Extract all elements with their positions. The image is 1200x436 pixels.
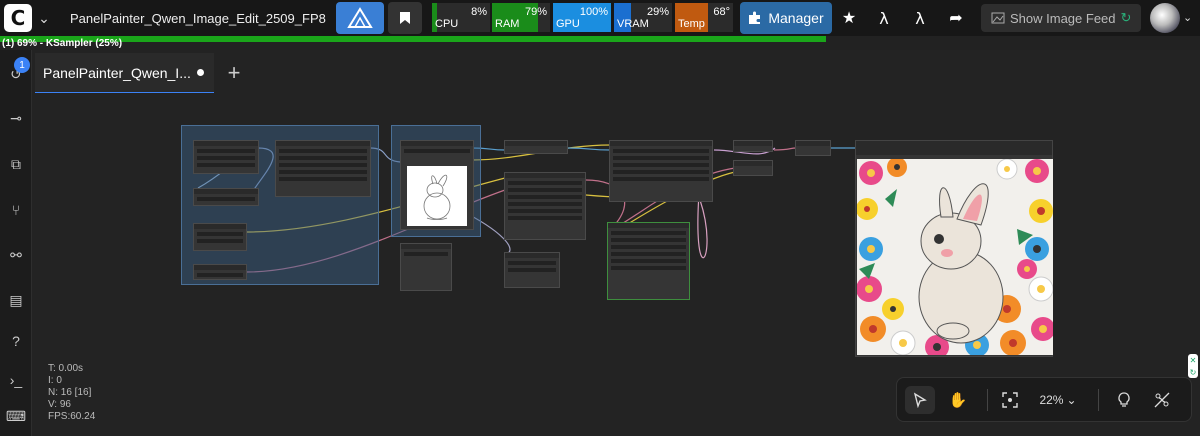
add-tab-button[interactable]: + [218, 55, 250, 91]
temp-monitor: Temp 68° [675, 3, 733, 32]
ram-label: RAM [495, 18, 520, 30]
keyboard-icon[interactable]: ⌨ [6, 406, 26, 426]
cpu-value: 8% [471, 6, 487, 18]
help-icon[interactable]: ? [6, 331, 26, 351]
tab-workflow[interactable]: PanelPainter_Qwen_I... [35, 53, 214, 93]
graph-node[interactable] [504, 140, 568, 154]
graph-node[interactable] [733, 160, 773, 176]
graph-node[interactable] [193, 188, 259, 206]
lightbulb-icon[interactable] [1109, 386, 1139, 414]
tab-label: PanelPainter_Qwen_I... [43, 64, 191, 81]
vram-label: VRAM [617, 18, 649, 30]
bookmark-icon [400, 12, 410, 24]
sidebar: ↺ ⊸ ⧉ ⑂ ⚯ ▤ ? ›_ ⌨ [0, 50, 32, 436]
execution-progress: (1) 69% - KSampler (25%) [0, 36, 1200, 50]
queue-run-button[interactable] [336, 2, 384, 34]
temp-label: Temp [678, 18, 705, 30]
sketch-thumbnail [407, 166, 467, 226]
side-panel-toggle[interactable]: ✕ ↻ [1188, 354, 1198, 378]
stat-vertices: V: 96 [48, 399, 71, 410]
generated-image [857, 159, 1053, 355]
zoom-dropdown[interactable]: 22% ⌄ [1033, 386, 1083, 414]
cpu-label: CPU [435, 18, 459, 30]
chevron-down-icon[interactable]: ⌄ [1183, 11, 1192, 24]
terminal-icon[interactable]: ›_ [6, 370, 26, 390]
canvas-stats: T: 0.00s I: 0 N: 16 [16] V: 96 FPS:60.24 [48, 363, 95, 423]
workflow-title[interactable]: PanelPainter_Qwen_Image_Edit_2509_FP8 [70, 11, 326, 26]
manager-button[interactable]: Manager [740, 2, 832, 34]
graph-node[interactable] [400, 243, 452, 291]
vram-value: 29% [646, 6, 669, 18]
toolbar-divider [1098, 389, 1099, 411]
hand-icon[interactable]: ✋ [943, 386, 973, 414]
ram-monitor: RAM 79% [492, 3, 550, 32]
refresh-icon: ↻ [1189, 367, 1197, 377]
show-image-feed-button[interactable]: Show Image Feed ↻ [981, 4, 1141, 32]
gpu-label: GPU [556, 18, 580, 30]
ksampler-node[interactable] [609, 140, 713, 202]
nodes-icon[interactable]: ⊸ [6, 108, 26, 128]
graph-node[interactable] [193, 264, 247, 280]
chevron-down-icon[interactable]: ⌄ [36, 10, 52, 27]
models-icon[interactable]: ⧉ [6, 154, 26, 174]
zoom-level: 22% [1039, 393, 1064, 407]
comfy-logo-icon[interactable]: C [4, 4, 32, 32]
cpu-monitor: CPU 8% [432, 3, 490, 32]
unsaved-dot-icon [197, 69, 204, 76]
run-icon [347, 7, 373, 28]
select-icon[interactable] [905, 386, 935, 414]
puzzle-icon [749, 11, 761, 24]
fit-view-icon[interactable] [995, 386, 1025, 414]
ksampler-active-node[interactable] [607, 222, 690, 300]
graph-node[interactable] [733, 140, 773, 152]
x-icon: ✕ [1189, 355, 1197, 365]
queue-count-badge: 1 [14, 57, 30, 73]
toolbar-divider [987, 389, 988, 411]
stat-fps: FPS:60.24 [48, 411, 96, 422]
stat-iterations: I: 0 [48, 375, 62, 386]
feed-label: Show Image Feed [1010, 10, 1116, 26]
graph-node[interactable] [275, 140, 371, 197]
star-icon[interactable]: ★ [837, 6, 861, 30]
load-image-node[interactable] [400, 140, 474, 230]
progress-text: (1) 69% - KSampler (25%) [2, 38, 123, 49]
ram-value: 79% [524, 6, 547, 18]
share-icon[interactable]: ➦ [944, 6, 968, 30]
canvas-toolbar: ✋ 22% ⌄ [896, 377, 1192, 422]
bookmark-button[interactable] [388, 2, 422, 34]
graph-node[interactable] [504, 172, 586, 240]
graph-node[interactable] [504, 252, 560, 288]
gpu-value: 100% [579, 6, 608, 18]
stat-nodes: N: 16 [16] [48, 387, 92, 398]
hierarchy-icon[interactable]: ⚯ [6, 245, 26, 265]
graph-node[interactable] [193, 223, 247, 251]
comfyui-app: C ⌄ PanelPainter_Qwen_Image_Edit_2509_FP… [0, 0, 1200, 436]
manager-label: Manager [768, 10, 824, 26]
graph-node[interactable] [193, 140, 259, 174]
vram-monitor: VRAM 29% [614, 3, 672, 32]
progress-fill [0, 36, 826, 42]
lambda-icon[interactable]: λ [908, 6, 932, 30]
link-visibility-icon[interactable] [1147, 386, 1177, 414]
workflows-icon[interactable]: ⑂ [6, 200, 26, 220]
temp-value: 68° [713, 6, 730, 18]
chevron-down-icon: ⌄ [1066, 393, 1077, 407]
gpu-monitor: GPU 100% [553, 3, 611, 32]
image-icon [991, 12, 1005, 24]
save-image-node[interactable] [855, 140, 1053, 357]
templates-icon[interactable]: ▤ [6, 290, 26, 310]
refresh-icon: ↻ [1120, 10, 1132, 25]
stat-time: T: 0.00s [48, 363, 84, 374]
avatar[interactable] [1150, 3, 1180, 33]
lambda-icon[interactable]: λ [872, 6, 896, 30]
vae-decode-node[interactable] [795, 140, 831, 156]
